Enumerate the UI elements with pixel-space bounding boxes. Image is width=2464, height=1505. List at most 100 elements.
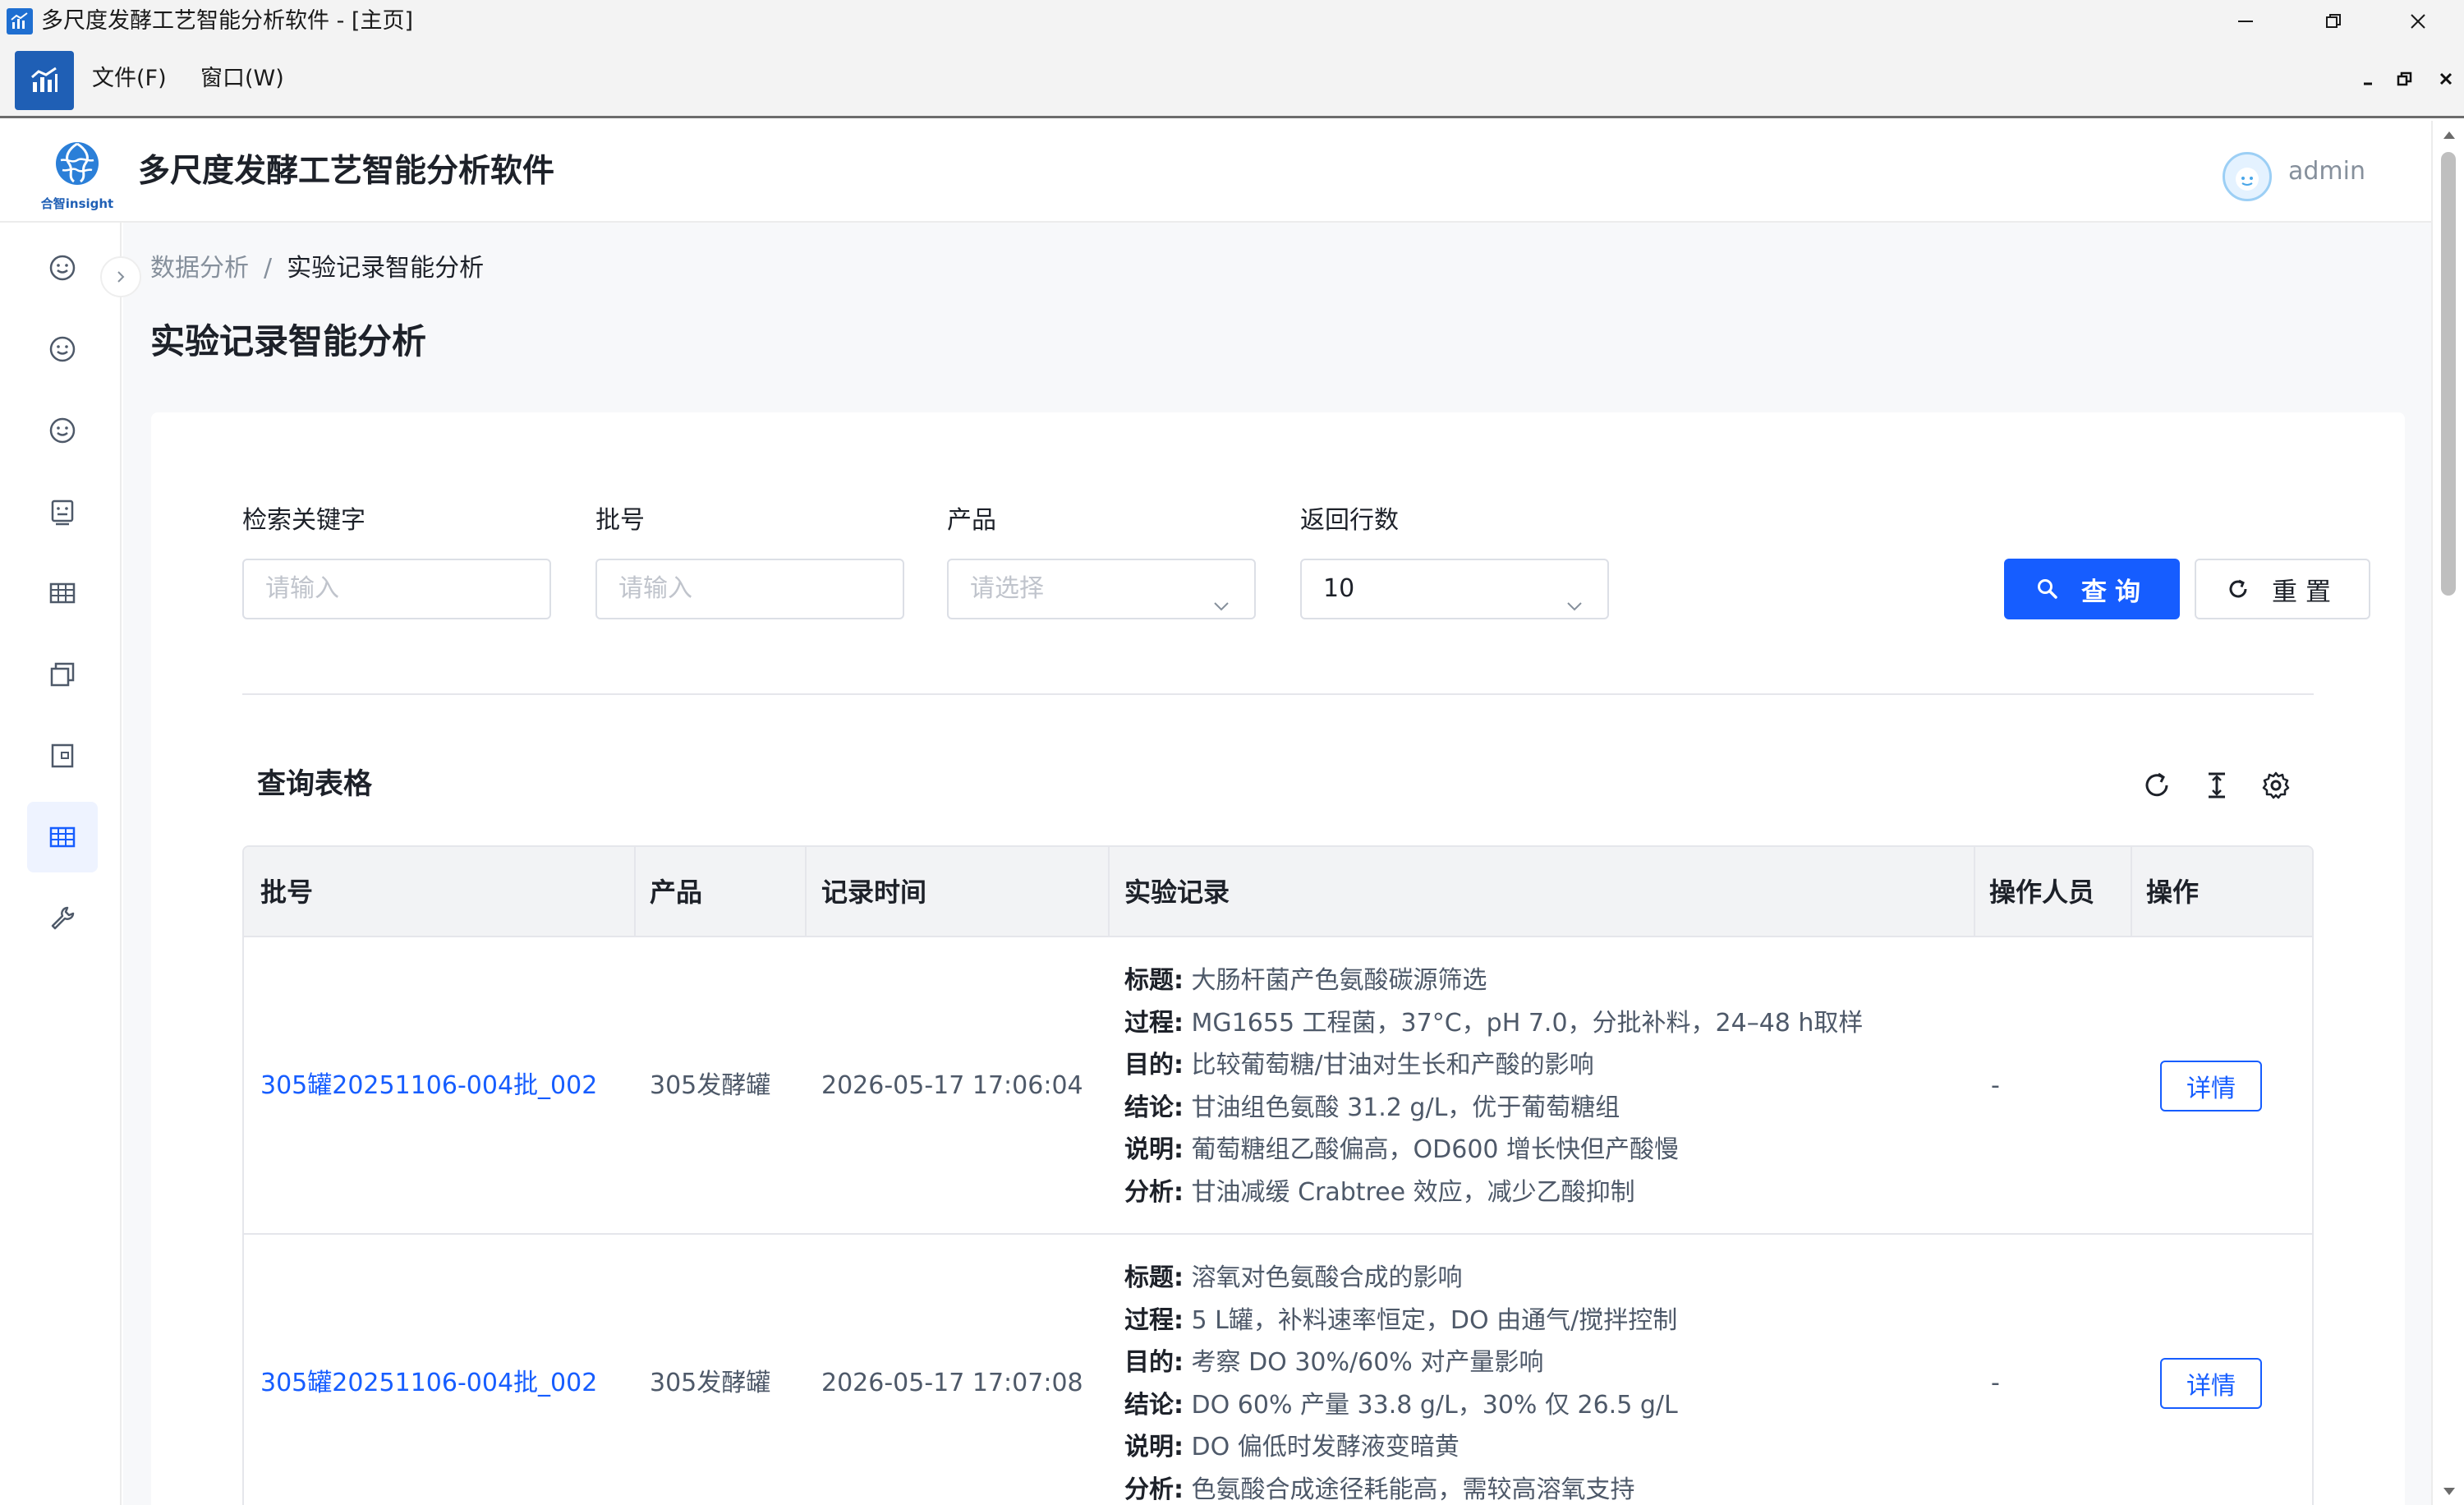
- sidebar: [0, 223, 122, 1505]
- sidebar-item-1[interactable]: [27, 232, 98, 303]
- app-logo-icon: [15, 51, 74, 110]
- restore-button[interactable]: [2304, 0, 2363, 43]
- record-line: 标题: 大肠杆菌产色氨酸碳源筛选: [1124, 960, 1863, 1002]
- record-cell: 标题: 大肠杆菌产色氨酸碳源筛选 过程: MG1655 工程菌，37°C，pH …: [1124, 960, 1863, 1214]
- column-separator[interactable]: [2131, 847, 2132, 937]
- scroll-down-arrow-icon[interactable]: [2441, 1483, 2457, 1499]
- avatar[interactable]: [2223, 152, 2272, 201]
- column-separator[interactable]: [634, 847, 636, 937]
- column-separator[interactable]: [805, 847, 807, 937]
- window-title: 多尺度发酵工艺智能分析软件 - [主页]: [41, 8, 413, 34]
- column-height-icon[interactable]: [2199, 767, 2235, 803]
- logo-caption: 合智insight: [40, 196, 113, 211]
- col-header-batch: 批号: [260, 877, 314, 908]
- breadcrumb-current: 实验记录智能分析: [287, 254, 485, 283]
- scroll-up-arrow-icon[interactable]: [2441, 127, 2457, 144]
- record-line: 分析: 色氨酸合成途径耗能高，需较高溶氧支持: [1124, 1469, 1678, 1505]
- record-line: 标题: 溶氧对色氨酸合成的影响: [1124, 1257, 1678, 1300]
- col-header-product: 产品: [650, 877, 703, 908]
- menu-file[interactable]: 文件(F): [92, 43, 167, 115]
- close-button[interactable]: [2388, 0, 2448, 43]
- keyword-placeholder: 请输入: [265, 574, 339, 603]
- brain-logo: 合智insight: [36, 136, 118, 213]
- refresh-icon[interactable]: [2139, 767, 2175, 803]
- sidebar-item-8[interactable]: [27, 802, 98, 872]
- record-key: 目的:: [1124, 1051, 1184, 1080]
- breadcrumb-parent[interactable]: 数据分析: [150, 254, 249, 283]
- smile-icon: [49, 336, 76, 362]
- form-divider: [242, 693, 2314, 695]
- sidebar-item-6[interactable]: [27, 639, 98, 710]
- reset-label: 重置: [2272, 577, 2339, 607]
- child-close-button[interactable]: [2430, 62, 2462, 95]
- settings-gear-icon[interactable]: [2258, 767, 2294, 803]
- record-line: 分析: 甘油减缓 Crabtree 效应，减少乙酸抑制: [1124, 1171, 1863, 1214]
- record-value: 溶氧对色氨酸合成的影响: [1191, 1263, 1463, 1292]
- menu-window[interactable]: 窗口(W): [200, 43, 284, 115]
- record-line: 结论: 甘油组色氨酸 31.2 g/L，优于葡萄糖组: [1124, 1087, 1863, 1130]
- username[interactable]: admin: [2288, 121, 2365, 223]
- table-icon: [49, 582, 76, 604]
- keyword-input[interactable]: 请输入: [242, 559, 551, 619]
- detail-button[interactable]: 详情: [2160, 1358, 2262, 1409]
- record-value: 5 L罐，补料速率恒定，DO 由通气/搅拌控制: [1191, 1305, 1678, 1335]
- record-value: DO 偏低时发酵液变暗黄: [1191, 1433, 1460, 1462]
- record-line: 目的: 比较葡萄糖/甘油对生长和产酸的影响: [1124, 1044, 1863, 1087]
- record-key: 标题:: [1124, 966, 1184, 995]
- minimize-button[interactable]: [2216, 0, 2275, 43]
- sidebar-item-2[interactable]: [27, 314, 98, 384]
- search-icon: [2035, 577, 2060, 601]
- product-cell: 305发酵罐: [650, 1369, 771, 1397]
- sidebar-item-9[interactable]: [27, 883, 98, 954]
- copy-icon: [50, 662, 75, 687]
- sidebar-expand-button[interactable]: [100, 256, 141, 297]
- table-row: 305罐20251106-004批_002 305发酵罐 2026-05-17 …: [244, 937, 2312, 1235]
- col-header-record: 实验记录: [1124, 877, 1230, 908]
- keyword-label: 检索关键字: [242, 506, 365, 535]
- vertical-scrollbar[interactable]: [2431, 121, 2464, 1505]
- record-key: 标题:: [1124, 1263, 1184, 1292]
- rows-select[interactable]: 10: [1300, 559, 1609, 619]
- record-key: 过程:: [1124, 1305, 1184, 1335]
- app-header: 合智insight 多尺度发酵工艺智能分析软件 admin: [0, 121, 2431, 223]
- batch-link[interactable]: 305罐20251106-004批_002: [260, 1367, 597, 1400]
- rows-label: 返回行数: [1300, 506, 1399, 535]
- detail-button[interactable]: 详情: [2160, 1061, 2262, 1111]
- reset-icon: [2226, 577, 2250, 601]
- record-key: 结论:: [1124, 1093, 1184, 1122]
- record-line: 过程: 5 L罐，补料速率恒定，DO 由通气/搅拌控制: [1124, 1300, 1678, 1342]
- record-value: DO 60% 产量 33.8 g/L，30% 仅 26.5 g/L: [1191, 1390, 1678, 1420]
- monitor-face-icon: [51, 499, 74, 526]
- child-minimize-button[interactable]: [2352, 62, 2385, 95]
- record-line: 过程: MG1655 工程菌，37°C，pH 7.0，分批补料，24–48 h取…: [1124, 1002, 1863, 1045]
- sidebar-item-5[interactable]: [27, 558, 98, 628]
- wrench-icon: [51, 906, 75, 930]
- child-restore-button[interactable]: [2388, 62, 2421, 95]
- query-button[interactable]: 查询: [2004, 559, 2180, 619]
- column-separator[interactable]: [1974, 847, 1975, 937]
- batch-placeholder: 请输入: [618, 574, 692, 603]
- record-value: 甘油组色氨酸 31.2 g/L，优于葡萄糖组: [1191, 1093, 1620, 1122]
- sidebar-item-3[interactable]: [27, 395, 98, 466]
- record-key: 说明:: [1124, 1433, 1184, 1462]
- smile-icon: [49, 255, 76, 281]
- operator-cell: -: [1991, 1369, 2000, 1397]
- sidebar-item-7[interactable]: [27, 720, 98, 791]
- column-separator[interactable]: [1108, 847, 1110, 937]
- record-key: 目的:: [1124, 1348, 1184, 1378]
- time-cell: 2026-05-17 17:07:08: [821, 1369, 1083, 1397]
- record-value: 甘油减缓 Crabtree 效应，减少乙酸抑制: [1191, 1177, 1635, 1207]
- batch-label: 批号: [595, 506, 645, 535]
- record-value: 大肠杆菌产色氨酸碳源筛选: [1191, 966, 1487, 995]
- sidebar-item-4[interactable]: [27, 476, 98, 547]
- batch-link[interactable]: 305罐20251106-004批_002: [260, 1070, 597, 1102]
- product-select[interactable]: 请选择: [947, 559, 1256, 619]
- record-cell: 标题: 溶氧对色氨酸合成的影响 过程: 5 L罐，补料速率恒定，DO 由通气/搅…: [1124, 1257, 1678, 1505]
- scrollbar-thumb[interactable]: [2441, 152, 2456, 596]
- table-icon: [49, 826, 76, 848]
- chevron-right-icon: [117, 271, 125, 283]
- reset-button[interactable]: 重置: [2195, 559, 2370, 619]
- record-key: 过程:: [1124, 1008, 1184, 1038]
- app-chart-icon: [7, 8, 33, 35]
- batch-input[interactable]: 请输入: [595, 559, 904, 619]
